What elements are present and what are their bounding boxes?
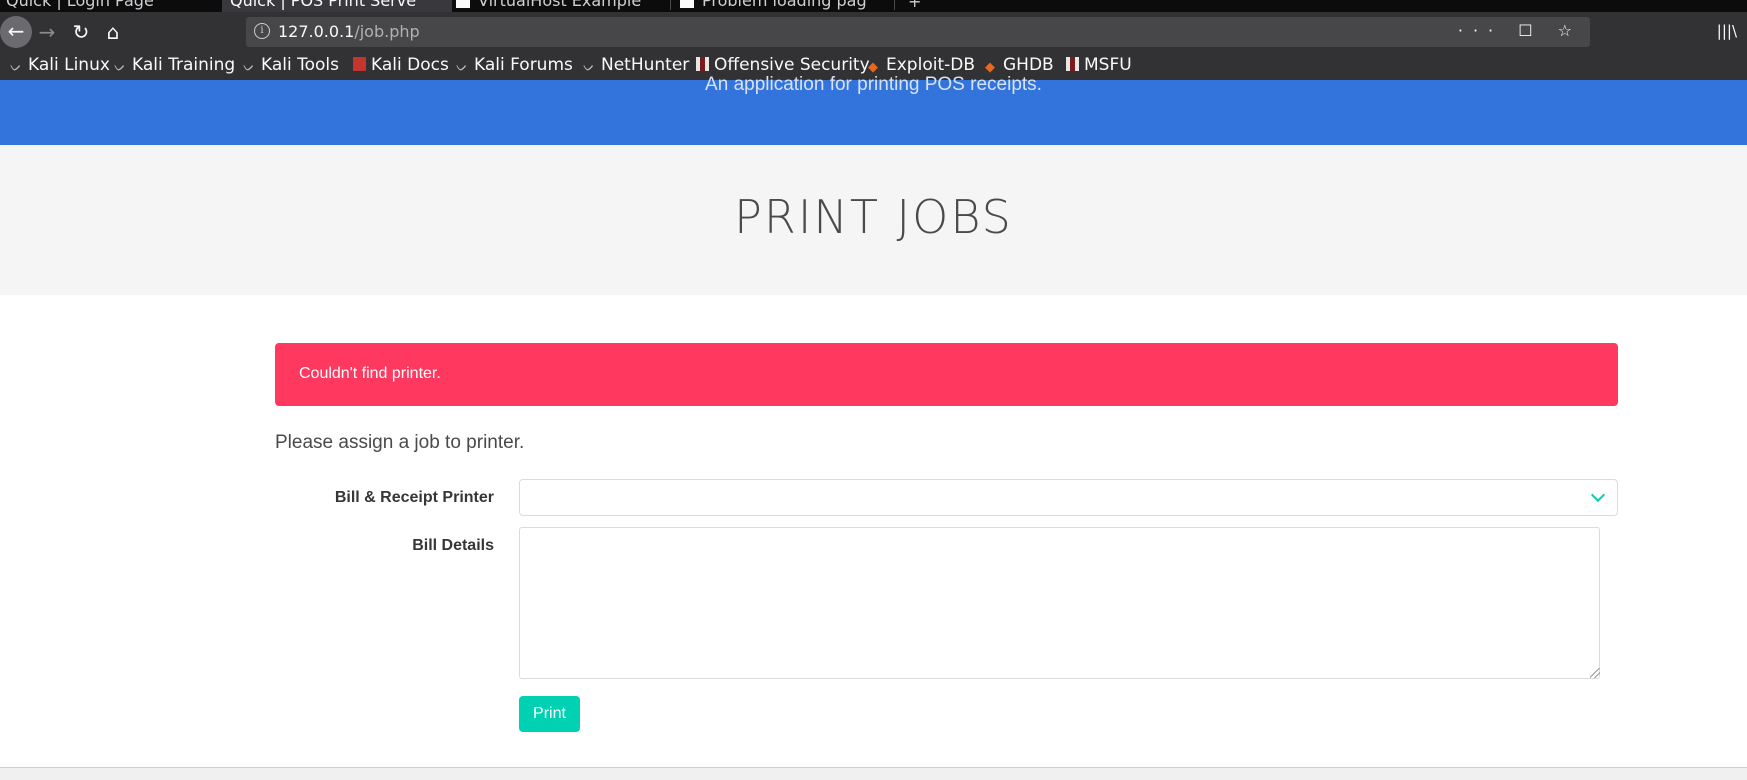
bookmark-label: MSFU (1084, 55, 1132, 75)
page-actions-icons[interactable]: ··· ☐ ☆ (1458, 21, 1582, 40)
bookmark-kali-tools[interactable]: ᨆ Kali Tools (243, 55, 339, 75)
home-icon: ⌂ (106, 20, 120, 44)
tab-separator (670, 0, 671, 10)
tab-login-page[interactable]: Quick | Login Page (6, 0, 206, 12)
offsec-icon (1066, 57, 1079, 71)
navigation-bar: ← → ↻ ⌂ i 127.0.0.1/job.php ··· ☐ ☆ |||\ (0, 12, 1747, 52)
url-text[interactable]: 127.0.0.1/job.php (278, 22, 420, 41)
exploitdb-icon: ◆ (985, 60, 995, 75)
bookmark-kali-forums[interactable]: ᨆ Kali Forums (456, 55, 573, 75)
tab-label: Problem loading pag (702, 0, 867, 10)
error-notification: Couldn't find printer. (275, 343, 1618, 406)
tab-label: VirtualHost Example (478, 0, 642, 10)
resize-handle-icon[interactable] (1590, 668, 1600, 678)
back-button[interactable]: ← (0, 16, 32, 48)
reload-button[interactable]: ↻ (66, 17, 96, 47)
kali-dragon-icon: ᨆ (456, 60, 468, 75)
bill-details-textarea[interactable] (519, 527, 1600, 679)
tab-pos-print-server[interactable]: Quick | POS Print Serve (222, 0, 452, 12)
arrow-left-icon: ← (7, 19, 25, 43)
arrow-right-icon: → (38, 20, 56, 44)
printer-label: Bill & Receipt Printer (334, 489, 494, 506)
page-title: PRINT JOBS (734, 190, 1013, 244)
bookmark-label: Kali Docs (371, 55, 449, 75)
bookmark-exploit-db[interactable]: ◆ Exploit-DB (868, 55, 975, 75)
offsec-icon (696, 57, 709, 71)
exploitdb-icon: ◆ (868, 60, 878, 75)
error-message: Couldn't find printer. (299, 365, 441, 382)
library-icon[interactable]: |||\ (1717, 22, 1737, 40)
url-bar[interactable]: i 127.0.0.1/job.php ··· ☐ ☆ (246, 17, 1590, 47)
tab-problem-loading[interactable]: Problem loading pag (680, 0, 890, 12)
bookmark-ghdb[interactable]: ◆ GHDB (985, 55, 1054, 75)
instruction-text: Please assign a job to printer. (275, 432, 525, 453)
bookmark-label: GHDB (1003, 55, 1054, 75)
bookmark-label: Exploit-DB (886, 55, 975, 75)
bookmark-nethunter[interactable]: ᨆ NetHunter (583, 55, 689, 75)
url-host: 127.0.0.1 (278, 22, 355, 41)
reload-icon: ↻ (72, 20, 90, 44)
tab-strip: Quick | Login Page Quick | POS Print Ser… (0, 0, 1747, 12)
tab-separator (894, 0, 895, 10)
bookmark-kali-docs[interactable]: Kali Docs (353, 55, 449, 75)
bookmark-kali-linux[interactable]: ᨆ Kali Linux (10, 55, 110, 75)
bookmark-msfu[interactable]: MSFU (1066, 55, 1132, 75)
status-bar (0, 767, 1747, 780)
bookmark-kali-training[interactable]: ᨆ Kali Training (114, 55, 235, 75)
printer-select[interactable] (519, 479, 1618, 516)
info-icon[interactable]: i (254, 23, 270, 39)
kali-docs-icon (353, 57, 366, 71)
bookmark-label: NetHunter (601, 55, 690, 75)
kali-dragon-icon: ᨆ (114, 60, 126, 75)
kali-dragon-icon: ᨆ (10, 60, 22, 75)
bookmark-label: Offensive Security (714, 55, 870, 75)
bill-details-label: Bill Details (412, 537, 494, 554)
page-icon (456, 0, 470, 8)
tab-virtualhost-example[interactable]: VirtualHost Example (456, 0, 656, 12)
bookmark-label: Kali Tools (261, 55, 339, 75)
new-tab-button[interactable]: + (908, 0, 921, 11)
kali-dragon-icon: ᨆ (243, 60, 255, 75)
tab-label: Quick | POS Print Serve (230, 0, 417, 10)
bookmark-offensive-security[interactable]: Offensive Security (696, 55, 870, 75)
home-button[interactable]: ⌂ (98, 17, 128, 47)
print-button[interactable]: Print (519, 696, 580, 732)
bookmark-label: Kali Linux (28, 55, 110, 75)
bookmark-label: Kali Forums (474, 55, 573, 75)
chevron-down-icon (1590, 487, 1606, 503)
forward-button[interactable]: → (32, 17, 62, 47)
url-path: /job.php (354, 22, 420, 41)
bookmark-label: Kali Training (132, 55, 236, 75)
kali-dragon-icon: ᨆ (583, 60, 595, 75)
tab-label: Quick | Login Page (6, 0, 154, 10)
hero-subtitle: An application for printing POS receipts… (705, 74, 1042, 95)
page-icon (680, 0, 694, 8)
